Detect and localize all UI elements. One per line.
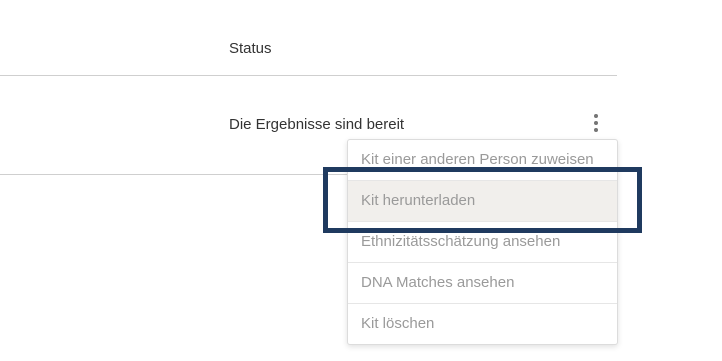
menu-item-delete-kit[interactable]: Kit löschen [348, 304, 617, 344]
table-header: Status [0, 0, 617, 76]
kebab-dot [594, 114, 598, 118]
row-actions-menu: Kit einer anderen Person zuweisen Kit he… [347, 139, 618, 345]
menu-item-download-kit[interactable]: Kit herunterladen [348, 181, 617, 222]
row-status-text: Die Ergebnisse sind bereit [229, 116, 405, 133]
kebab-dot [594, 128, 598, 132]
menu-item-ethnicity-estimate[interactable]: Ethnizitätsschätzung ansehen [348, 222, 617, 263]
kebab-menu-icon[interactable] [587, 114, 605, 138]
menu-item-dna-matches[interactable]: DNA Matches ansehen [348, 263, 617, 304]
menu-item-assign-kit[interactable]: Kit einer anderen Person zuweisen [348, 140, 617, 181]
kebab-dot [594, 121, 598, 125]
status-column-header: Status [229, 40, 272, 57]
